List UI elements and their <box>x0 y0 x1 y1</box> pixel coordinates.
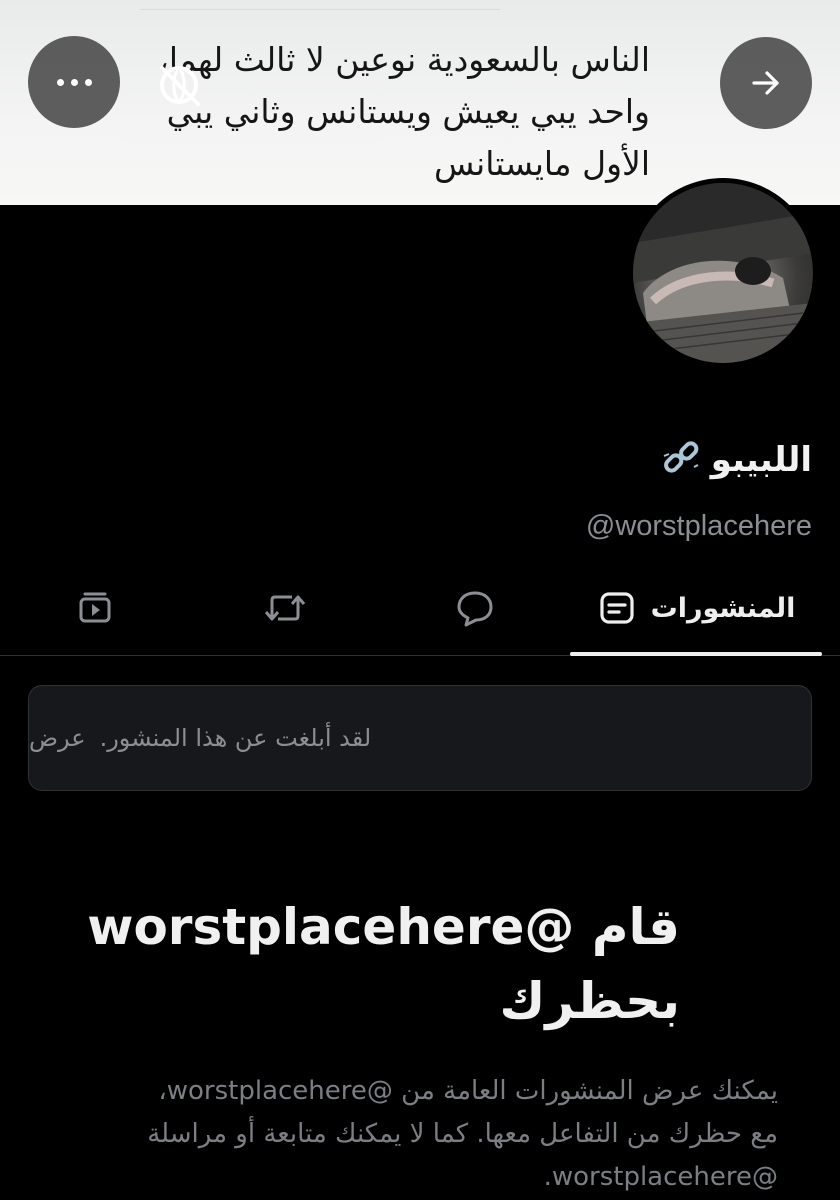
blocked-description-line: يمكنك عرض المنشورات العامة من @worstplac… <box>158 1076 778 1106</box>
blocked-title-line: قام @worstplacehere <box>87 898 680 956</box>
tab-posts-label: المنشورات <box>650 592 796 624</box>
banner-text: الناس بالسعودية نوعين لا ثالث لهما، واحد… <box>130 34 650 190</box>
tab-posts[interactable]: المنشورات <box>570 560 822 656</box>
blocked-description-line: @worstplacehere. <box>543 1162 778 1192</box>
profile-handle: @worstplacehere <box>585 510 812 542</box>
repost-icon <box>264 595 306 621</box>
banner-text-line: الناس بالسعودية نوعين لا ثالث لهما، <box>158 40 650 79</box>
more-horizontal-icon <box>56 78 92 86</box>
blocked-description: يمكنك عرض المنشورات العامة من @worstplac… <box>60 1070 778 1199</box>
profile-banner[interactable]: الناس بالسعودية نوعين لا ثالث لهما، واحد… <box>0 0 840 205</box>
next-button[interactable] <box>720 37 812 129</box>
reply-bubble-icon <box>457 591 493 627</box>
banner-crop-edge <box>140 0 500 10</box>
banner-text-line: واحد يبي يعيش ويستانس وثاني يبي <box>166 92 650 131</box>
profile-tabs: المنشورات <box>0 560 840 656</box>
display-name-text: اللبيبو <box>710 440 812 480</box>
banner-text-line: الأول مايستانس <box>433 144 650 183</box>
tab-replies[interactable] <box>430 560 520 656</box>
active-tab-indicator <box>570 652 822 656</box>
reported-post-notice: لقد أبلغت عن هذا المنشور. عرض <box>28 685 812 791</box>
broken-chain-icon <box>663 441 699 473</box>
profile-avatar[interactable] <box>628 178 818 368</box>
blocked-title-line: بحظرك <box>499 972 680 1030</box>
show-post-link[interactable]: عرض <box>29 724 86 752</box>
posts-icon <box>599 592 634 624</box>
avatar-image <box>633 183 813 363</box>
more-options-button[interactable] <box>28 36 120 128</box>
tab-reposts[interactable] <box>240 560 330 656</box>
notice-text: لقد أبلغت عن هذا المنشور. <box>99 724 372 752</box>
tab-media[interactable] <box>50 560 140 656</box>
no-translate-icon[interactable] <box>150 56 208 114</box>
media-icon <box>79 592 111 623</box>
arrow-right-icon <box>752 71 779 95</box>
blocked-title: قام @worstplacehere بحظرك <box>60 890 680 1038</box>
blocked-description-line: مع حظرك من التفاعل معها. كما لا يمكنك مت… <box>147 1119 778 1149</box>
display-name: اللبيبو <box>661 430 812 490</box>
